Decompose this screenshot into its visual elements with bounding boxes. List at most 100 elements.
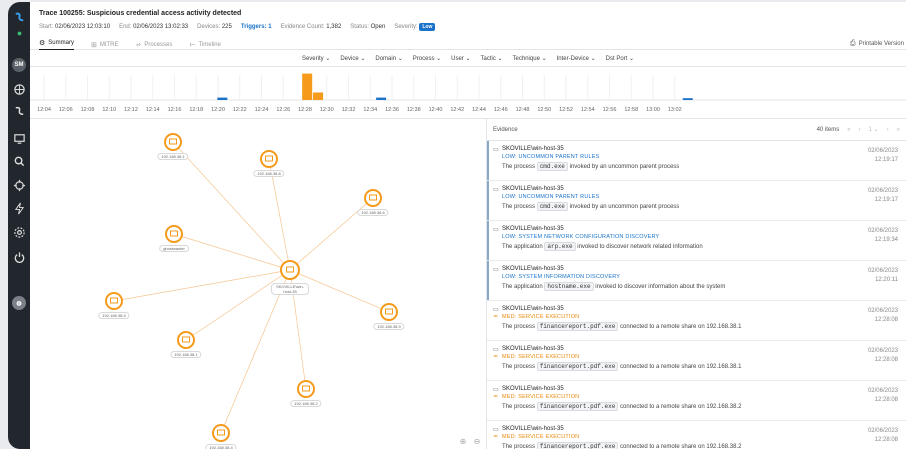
timeline-tick-label: 12:26 [276, 107, 290, 113]
globe-icon[interactable] [8, 80, 30, 98]
zoom-in-icon[interactable]: ⊕ [458, 436, 468, 446]
evidence-severity: LOW: SYSTEM INFORMATION DISCOVERY [502, 274, 621, 280]
pager-last-button[interactable]: » [897, 127, 900, 133]
monitor-icon[interactable] [8, 129, 30, 147]
filter-dropdown[interactable]: Tactic ⌄ [481, 55, 503, 62]
evidence-row[interactable]: ▭ SKOVILLE\win-host-35 LOW: SYSTEM NETWORK… [487, 221, 906, 261]
evidence-host[interactable]: SKOVILLE\win-host-35 [502, 426, 564, 432]
pager-prev-button[interactable]: ‹ [859, 127, 861, 133]
tab-processes[interactable]: ⩫ Processes [136, 39, 173, 50]
tab-mitre[interactable]: ⊞ MITRE [91, 39, 119, 50]
desc-prefix: The process [502, 364, 536, 370]
evidence-severity: MED: SERVICE EXECUTION [502, 354, 580, 360]
evidence-description: The process financereport.pdf.exe connec… [502, 402, 741, 411]
graph-node-label: 192.168.38.1 [170, 351, 202, 358]
evidence-row[interactable]: ▭ ≍ SKOVILLE\win-host-35 MED: SERVICE EXECU… [487, 341, 906, 381]
search-icon[interactable] [8, 152, 30, 170]
graph-node-label: 192.168.38.5 [98, 312, 130, 319]
graph-node[interactable] [380, 303, 398, 321]
evidence-time: 12:19:34 [874, 237, 898, 243]
avatar[interactable]: SM [8, 56, 30, 74]
evidence-timestamp: 02/06/2023 12:28:08 [868, 347, 898, 365]
evidence-host[interactable]: SKOVILLE\win-host-35 [502, 266, 564, 272]
evidence-description: The application arp.exe invoked to disco… [502, 242, 703, 251]
evidence-host[interactable]: SKOVILLE\win-host-35 [502, 386, 564, 392]
pager-page-select[interactable]: 1 ⌄ [869, 126, 879, 133]
evidence-host[interactable]: SKOVILLE\win-host-35 [502, 146, 564, 152]
trace-icon[interactable] [8, 102, 30, 120]
evidence-time: 12:28:08 [874, 317, 898, 323]
timeline-bar[interactable] [376, 97, 387, 100]
process-name: arp.exe [544, 242, 576, 251]
target-icon[interactable] [8, 176, 30, 194]
status-value: Open [370, 24, 386, 30]
zoom-out-icon[interactable]: ⊖ [472, 436, 482, 446]
graph-node[interactable] [165, 225, 183, 243]
filter-dropdown[interactable]: Technique ⌄ [513, 55, 547, 62]
row-marker [487, 141, 489, 180]
triggers-label[interactable]: Triggers: [241, 24, 267, 30]
evidence-count-label: Evidence Count: [280, 24, 325, 30]
evidence-host[interactable]: SKOVILLE\win-host-35 [502, 226, 564, 232]
pager-first-button[interactable]: « [847, 127, 850, 133]
network-graph[interactable]: SKOVILLE\win-host-35 192.168.38.1 192.168.… [30, 119, 486, 449]
graph-center-node[interactable] [280, 260, 300, 280]
graph-node-label: 192.168.38.4 [205, 444, 237, 449]
timeline-bar[interactable] [682, 98, 693, 100]
filter-dropdown[interactable]: Dst Port ⌄ [606, 55, 634, 62]
lightning-icon[interactable] [8, 199, 30, 217]
filter-dropdown[interactable]: Process ⌄ [413, 55, 441, 62]
desc-prefix: The process [502, 204, 536, 210]
desc-suffix: connected to a remote share on 192.168.3… [619, 364, 742, 370]
settings-gear-icon[interactable] [8, 223, 30, 241]
graph-node[interactable] [297, 380, 315, 398]
filter-dropdown[interactable]: Domain ⌄ [375, 55, 402, 62]
evidence-row[interactable]: ▭ SKOVILLE\win-host-35 LOW: UNCOMMON PAREN… [487, 141, 906, 181]
graph-node[interactable] [105, 292, 123, 310]
start-value: 02/06/2023 12:03:10 [55, 24, 111, 30]
timeline-bar[interactable] [302, 73, 313, 100]
tab-timeline[interactable]: ⊢ Timeline [189, 39, 221, 50]
process-name: financereport.pdf.exe [536, 402, 619, 411]
graph-node[interactable] [164, 133, 182, 151]
evidence-description: The process cmd.exe invoked by an uncomm… [502, 162, 679, 171]
evidence-host[interactable]: SKOVILLE\win-host-35 [502, 346, 564, 352]
evidence-host[interactable]: SKOVILLE\win-host-35 [502, 306, 564, 312]
user-avatar[interactable]: ◍ [8, 294, 30, 312]
evidence-row[interactable]: ▭ ≍ SKOVILLE\win-host-35 MED: SERVICE EXECU… [487, 381, 906, 421]
evidence-row[interactable]: ▭ SKOVILLE\win-host-35 LOW: UNCOMMON PAREN… [487, 181, 906, 221]
graph-node[interactable] [364, 189, 382, 207]
process-name: cmd.exe [536, 202, 568, 211]
triggers-value[interactable]: 1 [268, 24, 271, 30]
severity-badge: Low [419, 23, 436, 31]
timeline-bar[interactable] [217, 97, 228, 100]
timeline-tick-label: 12:34 [363, 107, 377, 113]
evidence-row[interactable]: ▭ ≍ SKOVILLE\win-host-35 MED: SERVICE EXECU… [487, 301, 906, 341]
pager-next-button[interactable]: › [887, 127, 889, 133]
graph-node[interactable] [177, 331, 195, 349]
desc-prefix: The application [502, 284, 543, 290]
printable-version-button[interactable]: ⎙ Printable Version [850, 40, 904, 48]
filter-dropdown[interactable]: Inter-Device ⌄ [557, 55, 596, 62]
graph-node-label: 192.168.38.9 [373, 323, 405, 330]
evidence-description: The process cmd.exe invoked by an uncomm… [502, 202, 679, 211]
hierarchy-icon: ⩫ [135, 41, 142, 49]
evidence-host[interactable]: SKOVILLE\win-host-35 [502, 186, 564, 192]
process-name: financereport.pdf.exe [536, 362, 619, 371]
timeline-chart[interactable]: 12:04 12:06 12:08 12:10 12:12 12:14 12:16 12:18… [30, 67, 906, 119]
printer-icon: ⎙ [850, 40, 856, 47]
evidence-description: The application hostname.exe invoked to … [502, 282, 725, 291]
timeline-bar[interactable] [313, 92, 324, 101]
filter-dropdown[interactable]: Severity ⌄ [302, 55, 330, 62]
filter-dropdown[interactable]: Device ⌄ [340, 55, 365, 62]
graph-node[interactable] [260, 150, 278, 168]
tab-summary[interactable]: ⚙ Summary [39, 39, 74, 50]
graph-node[interactable] [212, 424, 230, 442]
process-name: cmd.exe [536, 162, 568, 171]
power-icon[interactable] [8, 248, 30, 266]
pagination: 40 items « ‹ 1 ⌄ › » [817, 126, 900, 134]
filter-dropdown[interactable]: User ⌄ [451, 55, 470, 62]
app-window: SM ◍ Trace 100255: Suspicious credential… [8, 2, 906, 449]
evidence-row[interactable]: ▭ SKOVILLE\win-host-35 LOW: SYSTEM INFORMA… [487, 261, 906, 301]
evidence-row[interactable]: ▭ ≍ SKOVILLE\win-host-35 MED: SERVICE EXECU… [487, 421, 906, 449]
